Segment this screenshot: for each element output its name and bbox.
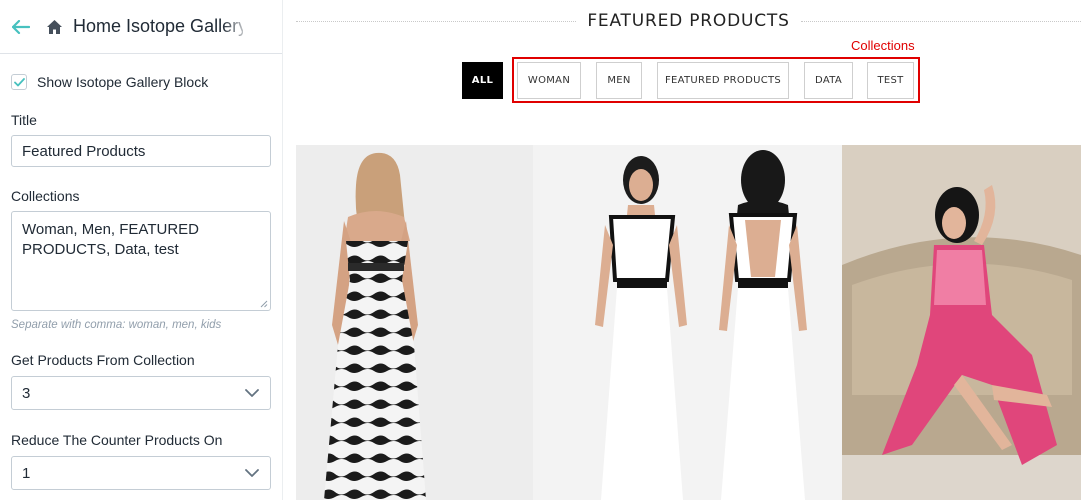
filter-data-button[interactable]: DATA	[804, 62, 853, 99]
get-products-label: Get Products From Collection	[11, 352, 195, 368]
collections-annotation: Collections	[851, 38, 915, 53]
reduce-counter-select[interactable]: 1	[11, 456, 271, 490]
title-field-label: Title	[11, 112, 37, 128]
title-input[interactable]: Featured Products	[11, 135, 271, 167]
section-heading: FEATURED PRODUCTS	[587, 11, 790, 31]
sidebar-settings: Show Isotope Gallery Block Title Feature…	[0, 74, 282, 490]
resize-grip-icon[interactable]	[260, 300, 268, 308]
product-image-zebra-dress[interactable]	[296, 145, 533, 500]
section-heading-wrap: FEATURED PRODUCTS	[296, 8, 1081, 36]
filter-men-button[interactable]: MEN	[596, 62, 642, 99]
show-block-checkbox[interactable]	[11, 74, 27, 90]
heading-divider-right	[801, 21, 1081, 22]
show-block-row: Show Isotope Gallery Block	[11, 74, 270, 90]
chevron-down-icon	[245, 389, 259, 397]
filter-featured-products-button[interactable]: FEATURED PRODUCTS	[657, 62, 789, 99]
title-fade	[222, 10, 252, 44]
home-icon	[46, 18, 64, 36]
product-image-white-dress[interactable]	[533, 145, 842, 500]
get-products-select[interactable]: 3	[11, 376, 271, 410]
collections-textarea[interactable]: Woman, Men, FEATURED PRODUCTS, Data, tes…	[11, 211, 271, 311]
back-arrow-icon	[12, 19, 30, 34]
filter-all-button[interactable]: ALL	[462, 62, 503, 99]
reduce-counter-value: 1	[22, 464, 31, 482]
filter-test-button[interactable]: TEST	[867, 62, 914, 99]
checkmark-icon	[13, 77, 25, 86]
back-button[interactable]	[11, 17, 31, 37]
product-image-pink-dress[interactable]	[842, 145, 1081, 500]
sidebar-header: Home Isotope Gallery	[0, 0, 282, 54]
collections-textarea-value: Woman, Men, FEATURED PRODUCTS, Data, tes…	[22, 221, 199, 258]
reduce-counter-label: Reduce The Counter Products On	[11, 432, 223, 448]
chevron-down-icon	[245, 469, 259, 477]
product-gallery	[296, 145, 1081, 500]
filter-woman-button[interactable]: WOMAN	[517, 62, 581, 99]
sidebar-title: Home Isotope Gallery	[73, 16, 243, 36]
get-products-value: 3	[22, 384, 31, 402]
show-block-label: Show Isotope Gallery Block	[37, 74, 209, 90]
collections-field-label: Collections	[11, 188, 80, 204]
storefront-preview: FEATURED PRODUCTS Collections ALL WOMAN …	[296, 0, 1081, 500]
heading-divider-left	[296, 21, 576, 22]
theme-editor-sidebar: Home Isotope Gallery Show Isotope Galler…	[0, 0, 283, 500]
collections-help-text: Separate with comma: woman, men, kids	[11, 319, 222, 331]
